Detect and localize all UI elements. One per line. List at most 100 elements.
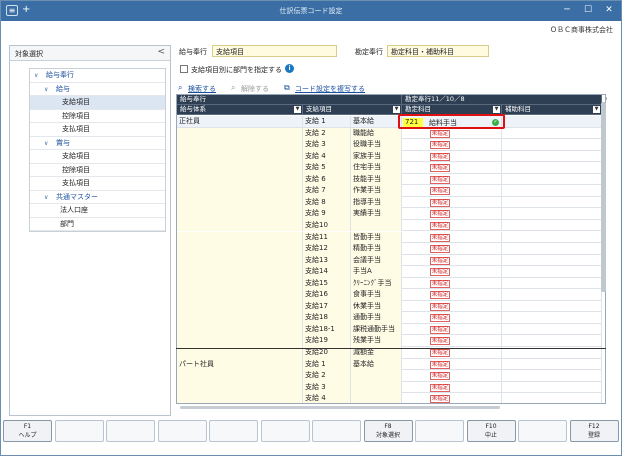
department-checkbox[interactable] (180, 65, 188, 73)
tree-item[interactable]: ∨ 給与 (30, 83, 165, 96)
vertical-scrollbar[interactable] (601, 102, 606, 292)
table-cell[interactable]: 未指定 (402, 335, 502, 347)
search-link[interactable]: 検索する (188, 84, 216, 94)
table-row[interactable]: 支給16 食事手当 未指定 (177, 289, 602, 301)
table-cell[interactable] (502, 139, 602, 151)
table-row[interactable]: 支給18 通勤手当 未指定 (177, 312, 602, 324)
table-row[interactable]: 支給17 休業手当 未指定 (177, 300, 602, 313)
table-cell[interactable]: 未指定 (402, 358, 502, 371)
table-row[interactable]: 支給 9 実績手当 未指定 (177, 208, 602, 220)
table-cell[interactable] (502, 370, 602, 382)
table-row[interactable]: 支給 3 未指定 (177, 381, 602, 394)
table-cell[interactable]: 未指定 (402, 162, 502, 174)
horizontal-scrollbar[interactable] (178, 404, 606, 411)
table-row[interactable]: 支給 4 家族手当 未指定 (177, 150, 602, 163)
table-row[interactable]: 支給12 精勤手当 未指定 (177, 243, 602, 255)
table-row[interactable]: 正社員 支給 1 基本給 (177, 116, 602, 128)
table-cell[interactable]: 未指定 (402, 312, 502, 324)
table-cell[interactable] (502, 208, 602, 220)
table-cell[interactable] (502, 185, 602, 197)
table-row[interactable]: 支給 2 職能給 未指定 (177, 127, 602, 140)
account-code-input[interactable]: 721 (403, 118, 423, 127)
table-cell[interactable] (502, 127, 602, 140)
table-cell[interactable]: 未指定 (402, 300, 502, 313)
tree-item[interactable]: 法人口座 (30, 204, 165, 218)
table-cell[interactable]: 未指定 (402, 243, 502, 255)
kanjo-target-field[interactable]: 勘定科目・補助科目 (387, 45, 489, 57)
table-cell[interactable]: 未指定 (402, 208, 502, 220)
table-row[interactable]: 支給19 残業手当 未指定 (177, 335, 602, 347)
tree-item[interactable]: 支払項目 (30, 177, 165, 191)
tree-item[interactable]: 支給項目 (30, 150, 165, 164)
table-cell[interactable] (502, 219, 602, 232)
table-cell[interactable] (502, 162, 602, 174)
table-cell[interactable]: 未指定 (402, 254, 502, 267)
table-cell[interactable] (502, 277, 602, 290)
tree-item[interactable]: 支払項目 (30, 123, 165, 137)
table-row[interactable]: 支給11 皆勤手当 未指定 (177, 231, 602, 243)
header-sub-account[interactable]: 補助科目 ▼ (502, 105, 602, 115)
chevron-down-icon[interactable]: ∨ (44, 137, 48, 150)
close-icon[interactable]: ✕ (601, 3, 617, 18)
kyuyo-target-field[interactable]: 支給項目 (212, 45, 337, 57)
table-cell[interactable]: 未指定 (402, 196, 502, 209)
table-row[interactable]: 支給 4 未指定 (177, 393, 602, 403)
copy-settings-link[interactable]: コード設定を複写する (295, 84, 365, 94)
tree-item[interactable]: 支給項目 (30, 96, 165, 110)
table-row[interactable]: 支給 7 作業手当 未指定 (177, 185, 602, 197)
chevron-down-icon[interactable]: ∨ (44, 83, 48, 96)
tree-item[interactable]: ∨ 共通マスター (30, 191, 165, 204)
tree-item[interactable]: 部門 (30, 218, 165, 231)
fkey-f10-button[interactable]: F10 中止 (466, 420, 516, 442)
table-cell[interactable] (502, 231, 602, 243)
table-row[interactable]: 支給15 ｸﾘｰﾆﾝｸﾞ手当 未指定 (177, 277, 602, 290)
maximize-icon[interactable]: ☐ (580, 3, 596, 18)
table-cell[interactable]: 未指定 (402, 127, 502, 140)
table-cell[interactable] (502, 254, 602, 267)
fkey-f12-button[interactable]: F12 登録 (569, 420, 619, 442)
info-icon[interactable]: i (285, 64, 294, 73)
minimize-icon[interactable]: ─ (559, 3, 575, 18)
table-cell[interactable] (502, 243, 602, 255)
table-cell[interactable]: 未指定 (402, 370, 502, 382)
table-cell[interactable] (502, 173, 602, 186)
table-row[interactable]: 支給13 会議手当 未指定 (177, 254, 602, 267)
table-cell[interactable]: 未指定 (402, 266, 502, 278)
table-cell[interactable] (502, 335, 602, 347)
table-cell[interactable] (502, 300, 602, 313)
table-row[interactable]: 支給 5 住宅手当 未指定 (177, 162, 602, 174)
table-cell[interactable] (502, 312, 602, 324)
tree-item[interactable]: ∨ 給与奉行 (30, 69, 165, 83)
table-row[interactable]: 支給18-1 課税通勤手当 未指定 (177, 323, 602, 336)
collapse-icon[interactable]: < (157, 47, 165, 57)
table-row[interactable]: 支給 6 技能手当 未指定 (177, 173, 602, 186)
table-cell[interactable]: 未指定 (402, 150, 502, 163)
table-cell[interactable]: 未指定 (402, 277, 502, 290)
table-cell[interactable] (502, 196, 602, 209)
table-cell[interactable]: 未指定 (402, 139, 502, 151)
table-row[interactable]: パート社員 支給 1 基本給 未指定 (177, 358, 602, 371)
table-cell[interactable] (502, 150, 602, 163)
table-cell[interactable]: 未指定 (402, 289, 502, 301)
header-shikyu-item[interactable]: 支給項目 ▼ (303, 105, 402, 115)
table-cell[interactable]: 未指定 (402, 219, 502, 232)
table-cell[interactable]: 未指定 (402, 323, 502, 336)
table-row[interactable]: 支給 3 役職手当 未指定 (177, 139, 602, 151)
table-cell[interactable]: 未指定 (402, 381, 502, 394)
table-cell[interactable] (502, 323, 602, 336)
table-cell[interactable] (502, 393, 602, 403)
table-cell[interactable] (502, 266, 602, 278)
table-row[interactable]: 支給 8 指導手当 未指定 (177, 196, 602, 209)
tree-item[interactable]: ∨ 賞与 (30, 137, 165, 150)
chevron-down-icon[interactable]: ∨ (44, 191, 48, 204)
table-row[interactable]: 支給14 手当A 未指定 (177, 266, 602, 278)
table-cell[interactable]: 未指定 (402, 173, 502, 186)
chevron-down-icon[interactable]: ∨ (34, 69, 38, 82)
table-cell[interactable] (502, 289, 602, 301)
tree-item[interactable]: 控除項目 (30, 110, 165, 123)
table-row[interactable]: 支給10 未指定 (177, 219, 602, 232)
fkey-f1-button[interactable]: F1 ヘルプ (3, 420, 52, 442)
header-kyuyo-taikei[interactable]: 給与体系 ▼ (177, 105, 303, 115)
table-cell[interactable] (502, 116, 602, 128)
table-cell[interactable]: 未指定 (402, 393, 502, 403)
